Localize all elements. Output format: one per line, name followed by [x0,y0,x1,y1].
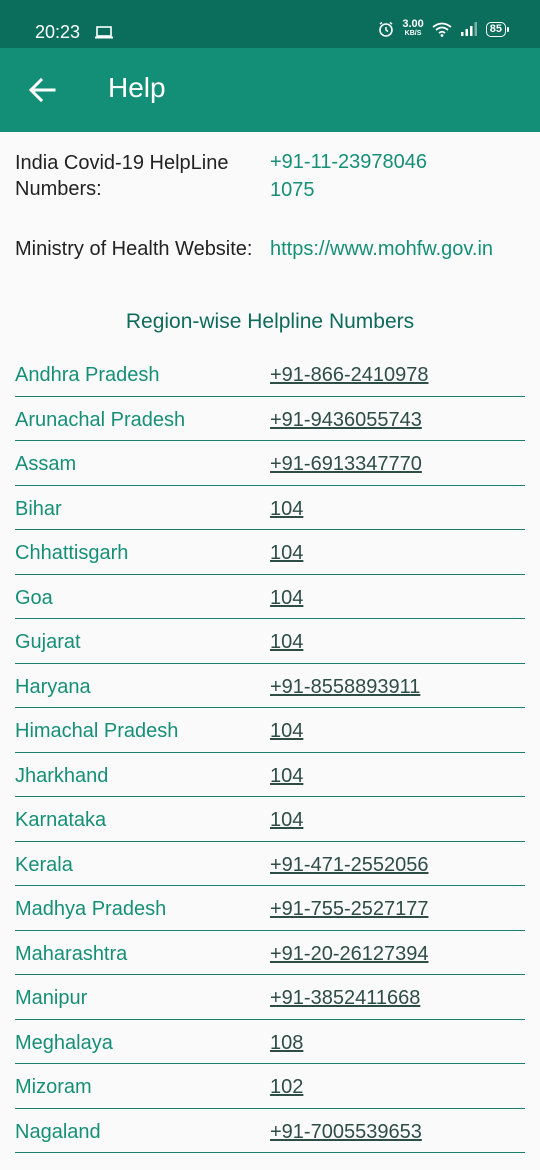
list-item: Haryana +91-8558893911 [15,664,525,708]
region-phone-link[interactable]: +91-3852411668 [270,987,420,1010]
region-phone-link[interactable]: 104 [270,765,303,788]
list-item: Andhra Pradesh +91-866-2410978 [15,352,525,397]
website-link[interactable]: https://www.mohfw.gov.in [270,235,493,263]
region-name: Maharashtra [15,942,128,965]
list-item: Gujarat 104 [15,619,525,664]
region-phone-link[interactable]: 104 [270,720,303,743]
list-item: Arunachal Pradesh +91-9436055743 [15,397,525,441]
list-item: Goa 104 [15,575,525,619]
page-title: Help [108,72,166,103]
region-phone-link[interactable]: +91-7005539653 [270,1121,422,1144]
app-bar: Help [0,48,540,132]
region-name: Kerala [15,853,73,876]
region-name: Andhra Pradesh [15,364,160,386]
list-item: Kerala +91-471-2552056 [15,842,525,886]
list-item: Bihar 104 [15,486,525,530]
region-list: Andhra Pradesh +91-866-2410978 Arunachal P… [15,352,525,1153]
list-item: Meghalaya 108 [15,1020,525,1064]
region-name: Madhya Pradesh [15,898,167,920]
region-phone-link[interactable]: 104 [270,542,303,565]
region-name: Nagaland [15,1120,101,1143]
region-phone-link[interactable]: 104 [270,809,303,832]
status-icons: 3.00 KB/S 85 [378,18,510,38]
list-item: Jharkhand 104 [15,753,525,797]
list-item: Manipur +91-3852411668 [15,975,525,1020]
section-title: Region-wise Helpline Numbers [125,310,415,333]
website-info: Ministry of Health Website: [15,236,253,262]
region-name: Manipur [15,987,88,1009]
website-label: Ministry of Health Website: [15,238,253,260]
region-name: Himachal Pradesh [15,720,179,742]
alarm-icon [379,21,394,37]
network-speed: 3.00 KB/S [402,18,424,38]
signal-icon [460,22,477,36]
region-phone-link[interactable]: +91-20-26127394 [270,943,428,966]
helpline-number-secondary[interactable]: 1075 [270,176,315,204]
region-phone-link[interactable]: 104 [270,631,303,654]
region-name: Mizoram [15,1076,92,1098]
region-phone-link[interactable]: +91-866-2410978 [270,364,428,387]
region-name: Chhattisgarh [15,542,129,564]
region-name: Assam [15,453,77,475]
status-time: 20:23 [35,22,81,42]
status-bar: 20:23 3.00 KB/S 85 [0,0,540,48]
region-phone-link[interactable]: 102 [270,1076,303,1099]
region-name: Haryana [15,675,91,698]
region-name: Arunachal Pradesh [15,408,186,431]
region-phone-link[interactable]: +91-755-2527177 [270,898,428,921]
region-phone-link[interactable]: +91-8558893911 [270,676,420,699]
laptop-icon [95,26,113,39]
list-item: Himachal Pradesh 104 [15,708,525,753]
helpline-info: India Covid-19 HelpLine Numbers: [15,150,250,202]
helpline-number-primary[interactable]: +91-11-23978046 [270,148,427,176]
helpline-label: India Covid-19 HelpLine Numbers: [15,152,229,200]
list-item: Madhya Pradesh +91-755-2527177 [15,886,525,931]
region-phone-link[interactable]: +91-9436055743 [270,409,422,432]
wifi-icon [432,22,452,37]
region-name: Jharkhand [15,764,109,787]
region-name: Bihar [15,497,62,520]
list-item: Maharashtra +91-20-26127394 [15,931,525,975]
region-name: Karnataka [15,809,107,831]
region-phone-link[interactable]: +91-6913347770 [270,453,422,476]
region-phone-link[interactable]: 104 [270,587,303,610]
region-name: Goa [15,586,53,609]
region-name: Gujarat [15,631,81,653]
region-phone-link[interactable]: +91-471-2552056 [270,854,428,877]
battery-icon: 85 [485,21,510,37]
list-item: Nagaland +91-7005539653 [15,1109,525,1153]
list-item: Mizoram 102 [15,1064,525,1109]
region-name: Meghalaya [15,1031,113,1054]
list-item: Chhattisgarh 104 [15,530,525,575]
arrow-left-icon[interactable] [26,74,58,106]
list-item: Karnataka 104 [15,797,525,842]
list-item: Assam +91-6913347770 [15,441,525,486]
region-phone-link[interactable]: 104 [270,498,303,521]
region-phone-link[interactable]: 108 [270,1032,303,1055]
